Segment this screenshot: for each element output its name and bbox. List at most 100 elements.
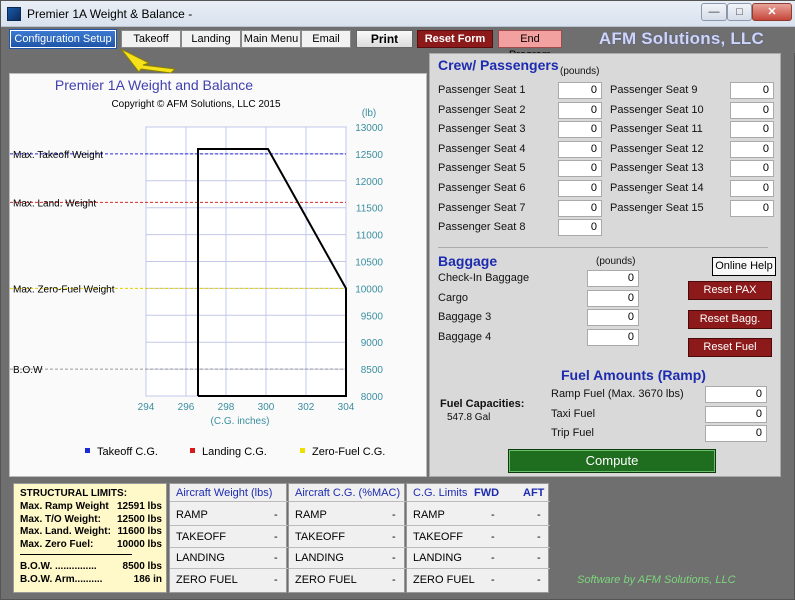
limit-row: Max. Ramp Weight 12591 lbs: [20, 501, 162, 512]
pointer-arrow-icon: [120, 48, 177, 73]
baggage-input[interactable]: 0: [587, 328, 639, 346]
passenger-seat-input[interactable]: 0: [730, 160, 774, 178]
limit-value: 10000 lbs: [116, 539, 162, 551]
passenger-seat-input[interactable]: 0: [558, 180, 602, 197]
passenger-seat-input[interactable]: 0: [730, 82, 774, 99]
result-row-value: -: [392, 552, 396, 564]
passenger-seat-label: Passenger Seat 3: [438, 123, 526, 136]
result-row-value: -: [392, 509, 396, 521]
legend-label: Zero-Fuel C.G.: [312, 446, 385, 458]
y-tick-label: 12000: [355, 177, 383, 188]
limit-row: Max. Land. Weight: 11600 lbs: [20, 526, 162, 537]
reset-fuel-button[interactable]: Reset Fuel: [688, 338, 772, 357]
result-row-label: ZERO FUEL: [295, 573, 357, 586]
fuel-capacities-label: Fuel Capacities:: [440, 398, 525, 410]
y-tick-label: 9000: [361, 338, 384, 349]
print-button[interactable]: Print: [356, 30, 413, 48]
limit-value: 12591 lbs: [116, 501, 162, 512]
row-divider: [170, 525, 288, 526]
end-program-button[interactable]: End Program: [498, 30, 562, 61]
fwd-value: -: [491, 509, 495, 521]
crew-unit-label: (pounds): [560, 66, 600, 77]
row-divider: [289, 546, 406, 548]
result-row-value: -: [274, 509, 278, 521]
reset-pax-button[interactable]: Reset PAX: [688, 281, 772, 300]
maximize-button[interactable]: □: [727, 3, 752, 21]
tab-landing[interactable]: Landing: [181, 30, 241, 48]
y-tick-label: 9500: [361, 311, 384, 322]
bow-row: B.O.W. ............... 8500 lbs: [20, 561, 162, 572]
baggage-label: Cargo: [438, 291, 468, 304]
reset-form-button[interactable]: Reset Form: [417, 30, 493, 48]
passenger-seat-input[interactable]: 0: [730, 101, 774, 119]
result-row-label: RAMP: [176, 509, 208, 521]
legend-swatch: [300, 448, 305, 453]
limit-label: Max. Land. Weight:: [20, 526, 111, 538]
passenger-seat-input[interactable]: 0: [558, 140, 602, 158]
limit-value: 11600 lbs: [117, 526, 162, 538]
baggage-input[interactable]: 0: [587, 270, 639, 287]
x-tick-label: 294: [138, 402, 155, 413]
y-tick-label: 12500: [355, 150, 383, 161]
passenger-seat-label: Passenger Seat 5: [438, 162, 526, 175]
aft-value: -: [537, 530, 541, 543]
result-row-label: TAKEOFF: [295, 530, 345, 543]
row-divider: [407, 546, 550, 548]
legend-swatch: [85, 448, 90, 453]
fuel-input[interactable]: 0: [705, 425, 767, 443]
result-row-value: -: [392, 530, 396, 543]
y-axis-label: (lb): [362, 108, 376, 119]
passenger-seat-label: Passenger Seat 11: [610, 123, 703, 136]
passenger-seat-input[interactable]: 0: [730, 199, 774, 217]
passenger-seat-input[interactable]: 0: [558, 160, 602, 178]
software-signature: Software by AFM Solutions, LLC: [577, 574, 736, 586]
divider: [20, 554, 132, 555]
close-button[interactable]: ✕: [752, 3, 792, 21]
tab-email[interactable]: Email: [301, 30, 351, 48]
baggage-input[interactable]: 0: [587, 289, 639, 307]
x-tick-label: 300: [258, 402, 275, 413]
passenger-seat-input[interactable]: 0: [730, 140, 774, 158]
passenger-seat-label: Passenger Seat 1: [438, 84, 526, 96]
table-header-divider: [170, 501, 288, 502]
legend-swatch: [190, 448, 195, 453]
passenger-seat-label: Passenger Seat 8: [438, 221, 526, 234]
y-tick-label: 10000: [355, 284, 383, 295]
result-row-value: -: [274, 573, 278, 586]
result-row-value: -: [392, 573, 396, 586]
fuel-input[interactable]: 0: [705, 405, 767, 423]
tab-main-menu[interactable]: Main Menu: [241, 30, 301, 48]
passenger-seat-input[interactable]: 0: [730, 180, 774, 197]
bow-label: B.O.W. ...............: [20, 561, 97, 572]
passenger-seat-input[interactable]: 0: [558, 82, 602, 99]
reference-line-label: Max. Land. Weight: [13, 198, 96, 209]
passenger-seat-input[interactable]: 0: [558, 219, 602, 237]
result-row-label: RAMP: [295, 509, 327, 521]
x-tick-label: 298: [218, 402, 235, 413]
table-header-divider: [289, 501, 406, 502]
aft-value: -: [537, 509, 541, 521]
online-help-button[interactable]: Online Help: [712, 257, 776, 276]
fuel-capacity-value: 547.8 Gal: [447, 412, 491, 423]
row-divider: [407, 525, 550, 526]
bow-row: B.O.W. Arm.......... 186 in: [20, 574, 162, 585]
structural-limits-panel: STRUCTURAL LIMITS: Max. Ramp Weight 12591…: [13, 483, 167, 593]
fuel-input[interactable]: 0: [705, 386, 767, 403]
passenger-seat-label: Passenger Seat 14: [610, 182, 704, 194]
input-panel: Crew/ Passengers (pounds) Passenger Seat…: [429, 53, 781, 477]
passenger-seat-label: Passenger Seat 4: [438, 142, 526, 155]
passenger-seat-input[interactable]: 0: [558, 199, 602, 217]
passenger-seat-input[interactable]: 0: [558, 121, 602, 139]
passenger-seat-input[interactable]: 0: [730, 121, 774, 139]
baggage-label: Baggage 4: [438, 330, 492, 343]
bow-value: 186 in: [133, 574, 162, 585]
baggage-input[interactable]: 0: [587, 309, 639, 327]
aft-value: -: [537, 552, 541, 564]
divider: [438, 247, 768, 248]
weight-balance-chart: Premier 1A Weight and Balance Copyright …: [9, 73, 427, 477]
minimize-button[interactable]: —: [701, 3, 727, 21]
compute-button[interactable]: Compute: [508, 449, 716, 473]
passenger-seat-input[interactable]: 0: [558, 101, 602, 119]
configuration-setup-button[interactable]: Configuration Setup: [9, 29, 117, 49]
reset-baggage-button[interactable]: Reset Bagg.: [688, 310, 772, 329]
